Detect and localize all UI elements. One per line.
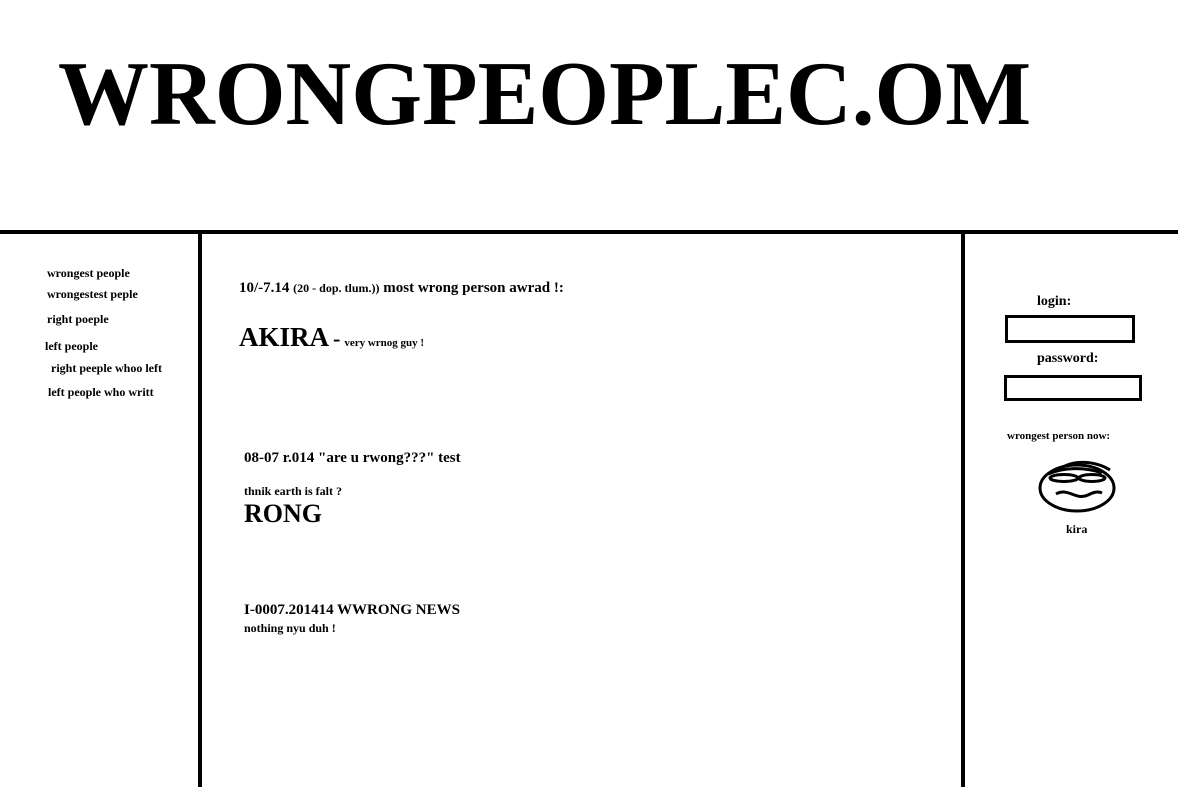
winner-name: AKIRA bbox=[239, 322, 330, 352]
news-item-1-date: 10/-7.14 bbox=[239, 280, 290, 296]
winner-description: very wrnog guy ! bbox=[344, 337, 425, 349]
header-divider bbox=[0, 230, 1178, 234]
nav-link-wrongestest-peple[interactable]: wrongestest peple bbox=[47, 287, 138, 302]
news-item-3-body: nothing nyu duh ! bbox=[244, 621, 336, 635]
news-item-3-title: I-0007.201414 WWRONG NEWS bbox=[244, 602, 460, 618]
nav-link-left-people-who-writt[interactable]: left people who writt bbox=[48, 385, 154, 400]
password-input[interactable] bbox=[1004, 375, 1142, 401]
news-item-1-note: (20 - dop. tlum.)) bbox=[293, 281, 380, 295]
nav-link-wrongest-people[interactable]: wrongest people bbox=[47, 266, 130, 281]
login-label: login: bbox=[1037, 294, 1072, 309]
news-item-2-answer: RONG bbox=[244, 499, 322, 528]
news-item-1-winner-line: AKIRA - very wrnog guy ! bbox=[239, 322, 424, 353]
right-column-divider bbox=[961, 232, 965, 787]
nav-link-left-people[interactable]: left people bbox=[45, 339, 98, 354]
site-title: WRONGPEOPLEC.OM bbox=[58, 43, 1032, 144]
nav-link-right-peeple-whoo-left[interactable]: right peeple whoo left bbox=[51, 361, 162, 376]
kira-face-drawing bbox=[1038, 460, 1116, 513]
password-label: password: bbox=[1037, 351, 1099, 366]
news-item-1-header: 10/-7.14 (20 - dop. tlum.)) most wrong p… bbox=[239, 280, 564, 297]
login-input[interactable] bbox=[1005, 315, 1135, 343]
news-item-1-headline: most wrong person awrad !: bbox=[383, 280, 564, 296]
news-item-2-question: thnik earth is falt ? bbox=[244, 484, 343, 498]
winner-dash: - bbox=[333, 326, 341, 351]
news-item-2-title: 08-07 r.014 "are u rwong???" test bbox=[244, 450, 461, 466]
nav-link-right-poeple[interactable]: right poeple bbox=[47, 312, 109, 327]
left-column-divider bbox=[198, 232, 202, 787]
wrongest-person-name: kira bbox=[1066, 522, 1088, 536]
wrongest-person-now-label: wrongest person now: bbox=[1007, 430, 1111, 442]
